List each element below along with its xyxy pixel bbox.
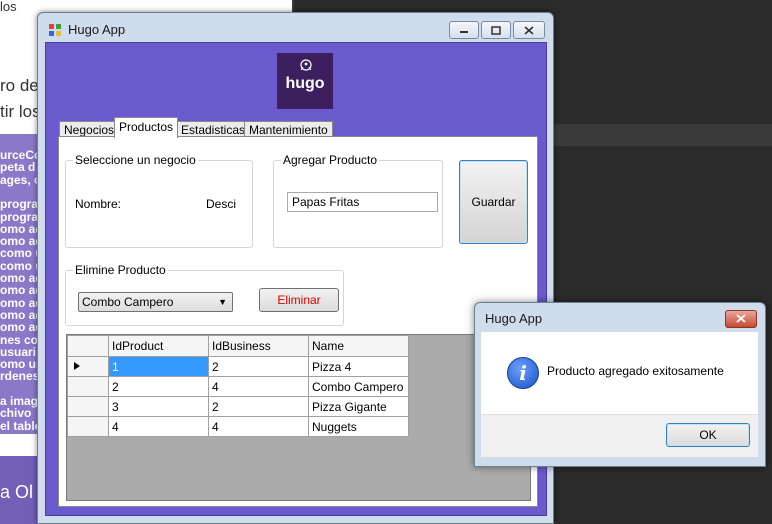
- table-row[interactable]: 4 4 Nuggets: [67, 416, 409, 437]
- products-grid[interactable]: IdProduct IdBusiness Name 1 2 Pizza 4 2 …: [66, 334, 531, 501]
- productos-tab-page: Seleccione un negocio Nombre: Desci Agre…: [58, 136, 538, 507]
- delete-button-label: Eliminar: [277, 293, 321, 307]
- app-icon: [49, 24, 61, 36]
- table-cell[interactable]: 2: [108, 376, 209, 397]
- background-text-line: rdenes: [0, 369, 40, 384]
- remove-product-legend: Elimine Producto: [73, 263, 168, 277]
- logo-wordmark: hugo: [285, 75, 325, 92]
- product-select[interactable]: Combo Campero ▼: [78, 292, 233, 312]
- add-product-legend: Agregar Producto: [281, 153, 380, 167]
- description-label: Desci: [206, 197, 237, 211]
- maximize-icon: [491, 25, 501, 35]
- current-row-arrow-icon: [74, 361, 80, 370]
- product-select-value: Combo Campero: [82, 295, 174, 309]
- table-cell[interactable]: Nuggets: [308, 416, 409, 437]
- table-row[interactable]: 2 4 Combo Campero: [67, 376, 409, 397]
- product-name-input[interactable]: Papas Fritas: [287, 192, 438, 212]
- ok-button[interactable]: OK: [666, 423, 750, 447]
- add-product-group: Agregar Producto Papas Fritas: [273, 153, 443, 248]
- minimize-icon: [460, 31, 468, 33]
- background-snippet: los: [0, 0, 17, 14]
- dialog-message: Producto agregado exitosamente: [547, 364, 724, 378]
- dialog-body: i Producto agregado exitosamente OK: [481, 332, 758, 457]
- background-heading-line1: ro de: [0, 76, 39, 95]
- logo-mascot-icon: [300, 59, 312, 71]
- save-button-label: Guardar: [471, 195, 516, 209]
- dialog-title: Hugo App: [485, 311, 543, 326]
- table-cell[interactable]: 2: [208, 356, 309, 377]
- remove-product-group: Elimine Producto Combo Campero ▼ Elimina…: [65, 263, 344, 326]
- background-text-line: el table: [0, 418, 42, 433]
- close-icon: [524, 25, 534, 35]
- select-business-legend: Seleccione un negocio: [73, 153, 198, 167]
- ok-button-label: OK: [699, 428, 717, 442]
- delete-button[interactable]: Eliminar: [259, 288, 339, 312]
- window-title: Hugo App: [68, 22, 126, 37]
- background-text-line: ages, c: [0, 172, 41, 187]
- products-table: IdProduct IdBusiness Name 1 2 Pizza 4 2 …: [67, 335, 409, 437]
- title-bar[interactable]: Hugo App: [38, 13, 553, 43]
- table-row[interactable]: 1 2 Pizza 4: [67, 356, 409, 377]
- window-client-area: hugo Negocios Productos Estadisticas Man…: [45, 42, 547, 516]
- background-heading-line2: tir los: [0, 102, 41, 121]
- table-cell[interactable]: 4: [108, 416, 209, 437]
- row-header[interactable]: [67, 376, 109, 397]
- dialog-footer: OK: [481, 414, 758, 457]
- table-cell[interactable]: 4: [208, 376, 309, 397]
- table-cell[interactable]: Pizza 4: [308, 356, 409, 377]
- table-cell[interactable]: 1: [108, 356, 209, 377]
- column-header-idbusiness[interactable]: IdBusiness: [208, 335, 309, 357]
- tab-productos[interactable]: Productos: [114, 117, 179, 138]
- table-header-row: IdProduct IdBusiness Name: [67, 335, 409, 357]
- table-cell[interactable]: 2: [208, 396, 309, 417]
- column-header-name[interactable]: Name: [308, 335, 409, 357]
- background-footer-text: a Ol: [0, 482, 34, 502]
- select-business-group: Seleccione un negocio Nombre: Desci: [65, 153, 253, 248]
- row-header[interactable]: [67, 396, 109, 417]
- table-row[interactable]: 3 2 Pizza Gigante: [67, 396, 409, 417]
- hugo-logo: hugo: [277, 53, 333, 109]
- table-cell[interactable]: Combo Campero: [308, 376, 409, 397]
- dialog-close-button[interactable]: [725, 310, 757, 328]
- column-header-idproduct[interactable]: IdProduct: [108, 335, 209, 357]
- minimize-button[interactable]: [449, 21, 479, 39]
- background-editor-bar: [552, 124, 772, 146]
- table-cell[interactable]: 3: [108, 396, 209, 417]
- close-button[interactable]: [513, 21, 545, 39]
- save-button[interactable]: Guardar: [459, 160, 528, 244]
- table-cell[interactable]: 4: [208, 416, 309, 437]
- row-header[interactable]: [67, 416, 109, 437]
- close-icon: [736, 314, 746, 323]
- maximize-button[interactable]: [481, 21, 511, 39]
- name-label: Nombre:: [75, 197, 122, 211]
- chevron-down-icon: ▼: [218, 297, 227, 307]
- message-dialog: Hugo App i Producto agregado exitosament…: [474, 302, 766, 467]
- row-header-corner: [67, 335, 109, 357]
- table-cell[interactable]: Pizza Gigante: [308, 396, 409, 417]
- row-header[interactable]: [67, 356, 109, 377]
- info-icon: i: [507, 357, 539, 389]
